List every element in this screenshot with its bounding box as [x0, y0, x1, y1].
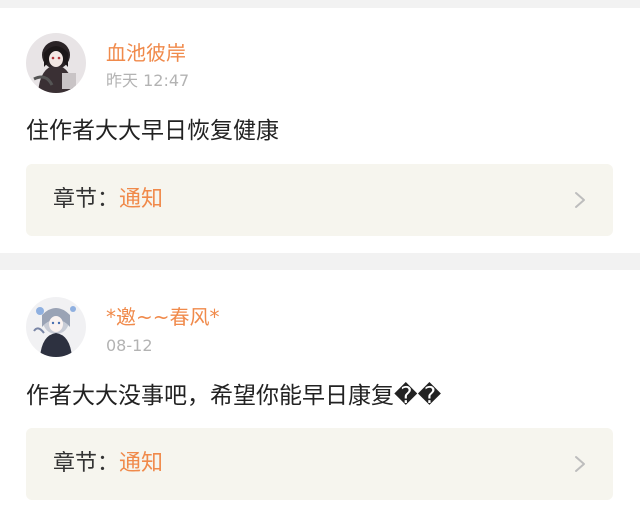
comment-text: 住作者大大早日恢复健康: [26, 118, 279, 144]
comment-card: *邀~~春风* 08-12 作者大大没事吧，希望你能早日康复�� 章节：通知: [0, 270, 640, 532]
chapter-label: 章节：通知: [53, 450, 163, 478]
chapter-link[interactable]: 章节：通知: [26, 428, 613, 500]
avatar-image: [26, 33, 86, 93]
avatar-image: [26, 297, 86, 357]
timestamp: 昨天 12:47: [106, 71, 190, 90]
chapter-link[interactable]: 章节：通知: [26, 164, 613, 236]
user-avatar[interactable]: [26, 33, 86, 93]
timestamp: 08-12: [106, 336, 153, 355]
comment-card: 血池彼岸 昨天 12:47 住作者大大早日恢复健康 章节：通知: [0, 8, 640, 253]
chapter-prefix: 章节：: [53, 451, 120, 476]
username[interactable]: *邀~~春风*: [106, 305, 220, 329]
comment-text: 作者大大没事吧，希望你能早日康复��: [26, 383, 442, 409]
chapter-prefix: 章节：: [53, 187, 120, 212]
username[interactable]: 血池彼岸: [106, 41, 186, 65]
chapter-name: 通知: [119, 451, 164, 476]
top-spacer: [0, 0, 640, 8]
chapter-label: 章节：通知: [53, 186, 163, 214]
user-avatar[interactable]: [26, 297, 86, 357]
chapter-name: 通知: [119, 187, 164, 212]
card-divider: [0, 253, 640, 270]
chevron-right-icon: [575, 192, 585, 208]
chevron-right-icon: [575, 456, 585, 472]
